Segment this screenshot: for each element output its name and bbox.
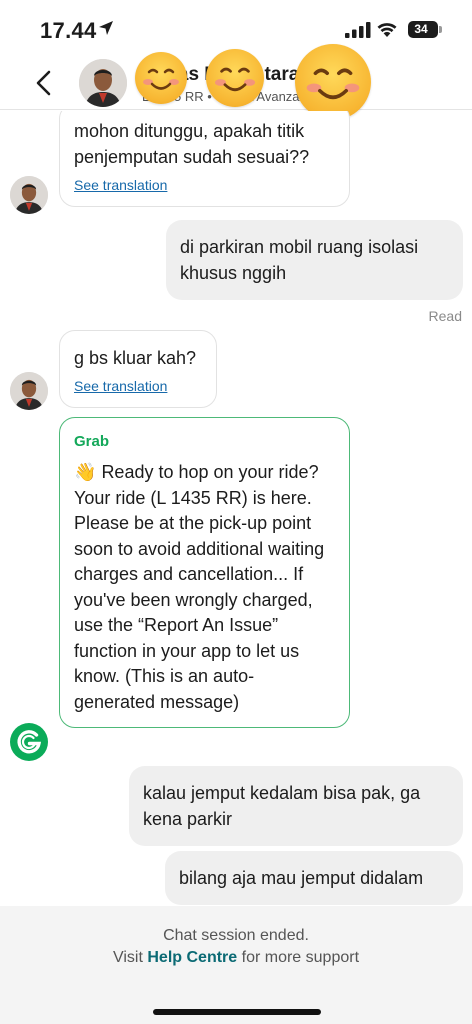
incoming-message: g bs kluar kah? See translation [59, 330, 217, 408]
smiley-sticker-icon [295, 44, 371, 120]
see-translation-link[interactable]: See translation [74, 377, 202, 395]
chat-thread[interactable]: mohon ditunggu, apakah titik penjemputan… [0, 111, 472, 906]
outgoing-message: kalau jemput kedalam bisa pak, ga kena p… [129, 766, 463, 846]
smiley-sticker-icon [135, 52, 187, 104]
grab-logo-icon [10, 723, 48, 761]
support-suffix-text: for more support [241, 949, 360, 966]
driver-avatar-small [10, 372, 48, 410]
signal-icon [345, 22, 371, 38]
message-text: Ready to hop on your ride? Your ride (L … [74, 462, 325, 712]
see-translation-link[interactable]: See translation [74, 176, 335, 194]
incoming-message: mohon ditunggu, apakah titik penjemputan… [59, 111, 350, 207]
grab-message-body: 👋 Ready to hop on your ride? Your ride (… [74, 460, 335, 715]
chat-ended-footer: Chat session ended. Visit Help Centre fo… [0, 906, 472, 1024]
driver-photo-icon [10, 372, 48, 410]
outgoing-message: di parkiran mobil ruang isolasi khusus n… [166, 220, 463, 300]
battery-cap [439, 26, 442, 33]
chat-ended-text: Chat session ended. [163, 927, 309, 944]
message-text: bilang aja mau jemput didalam [179, 868, 424, 888]
outgoing-message: bilang aja mau jemput didalam [165, 851, 463, 905]
grab-system-message: Grab 👋 Ready to hop on your ride? Your r… [59, 417, 350, 728]
location-arrow-icon [99, 21, 113, 35]
message-text: kalau jemput kedalam bisa pak, ga kena p… [143, 783, 421, 829]
driver-avatar-small [10, 176, 48, 214]
battery-icon: 34 [408, 21, 438, 38]
smiley-sticker-icon [206, 49, 264, 107]
driver-avatar[interactable] [79, 59, 127, 107]
driver-photo-icon [79, 59, 127, 107]
home-indicator[interactable] [153, 1009, 321, 1015]
status-time: 17.44 [40, 18, 97, 43]
message-text: g bs kluar kah? [74, 348, 197, 368]
waving-hand-icon: 👋 [74, 462, 97, 482]
wifi-icon [377, 23, 397, 37]
read-receipt: Read [428, 308, 462, 324]
chat-header: Dimas Dirgantara Ra... L 1435 RR • Toyot… [0, 44, 472, 120]
message-text: di parkiran mobil ruang isolasi khusus n… [180, 237, 419, 283]
driver-photo-icon [10, 176, 48, 214]
message-text: mohon ditunggu, apakah titik penjemputan… [74, 121, 310, 167]
back-chevron-icon[interactable] [30, 68, 60, 98]
battery-level: 34 [414, 22, 428, 36]
help-centre-line: Visit Help Centre for more support [0, 949, 472, 967]
grab-sender-label: Grab [74, 433, 110, 450]
help-centre-link[interactable]: Help Centre [147, 949, 237, 966]
visit-text: Visit [112, 949, 143, 966]
